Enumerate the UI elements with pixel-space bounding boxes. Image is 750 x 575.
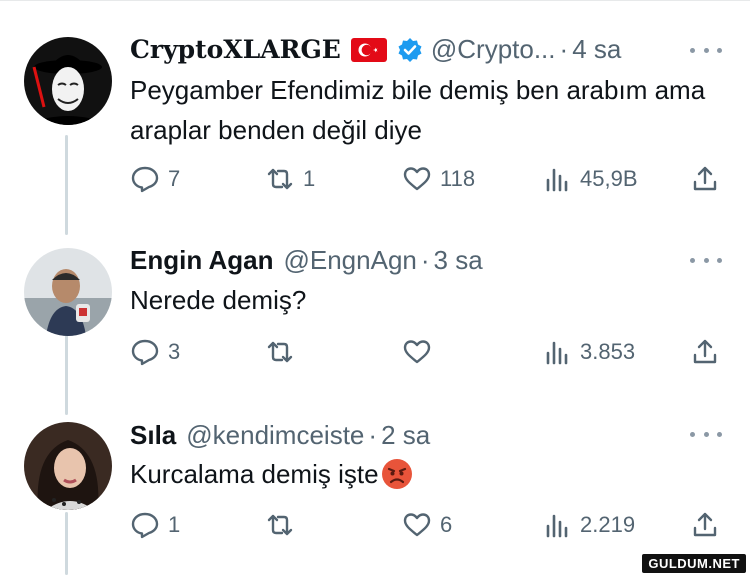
view-count: 3.853: [580, 339, 636, 364]
user-handle[interactable]: @kendimceiste: [186, 420, 364, 451]
display-name[interactable]: Sıla: [130, 420, 176, 451]
retweet-button[interactable]: [265, 336, 303, 368]
retweet-button[interactable]: [265, 509, 303, 541]
share-button[interactable]: [690, 509, 720, 541]
views-button[interactable]: 2.219: [542, 509, 635, 541]
timestamp[interactable]: 3 sa: [434, 245, 483, 276]
like-icon: [403, 513, 431, 537]
tweet-text: Kurcalama demiş işte: [130, 454, 730, 494]
tweet-header: Sıla @kendimceiste · 2 sa: [130, 420, 430, 451]
watermark: GULDUM.NET: [642, 554, 746, 573]
separator-dot: ·: [420, 245, 430, 275]
like-icon: [403, 340, 431, 364]
share-icon: [693, 512, 717, 537]
more-icon[interactable]: [690, 424, 722, 444]
action-bar: 1 6 2.219: [130, 509, 730, 541]
like-button[interactable]: [402, 336, 440, 368]
avatar[interactable]: [24, 422, 112, 510]
action-bar: 3 3.853: [130, 336, 730, 368]
thread-line: [65, 335, 68, 415]
reply-count: 3: [168, 339, 181, 364]
reply-button[interactable]: 1: [130, 509, 180, 541]
like-count: 6: [440, 512, 453, 537]
thread-line: [65, 512, 68, 575]
retweet-icon: [267, 514, 293, 536]
display-name[interactable]: Engin Agan: [130, 245, 273, 276]
view-count: 2.219: [580, 512, 636, 537]
share-icon: [693, 339, 717, 364]
reply-button[interactable]: 3: [130, 336, 180, 368]
reply-count: 1: [168, 512, 181, 537]
like-button[interactable]: 6: [402, 509, 452, 541]
avatar[interactable]: [24, 248, 112, 336]
retweet-icon: [267, 341, 293, 363]
views-icon: [546, 514, 568, 538]
tweet-text-content: Kurcalama demiş işte: [130, 459, 379, 489]
angry-face-emoji: [381, 459, 412, 489]
more-icon[interactable]: [690, 250, 722, 270]
views-icon: [546, 341, 568, 365]
reply-icon: [131, 512, 159, 539]
tweet-text: Nerede demiş?: [130, 285, 307, 315]
separator-dot: ·: [368, 420, 378, 450]
share-button[interactable]: [690, 336, 720, 368]
reply-icon: [131, 339, 159, 366]
tweet[interactable]: Sıla @kendimceiste · 2 sa Kurcalama demi…: [0, 0, 750, 539]
views-button[interactable]: 3.853: [542, 336, 635, 368]
timestamp[interactable]: 2 sa: [381, 420, 430, 451]
user-handle[interactable]: @EngnAgn: [283, 245, 416, 276]
tweet-header: Engin Agan @EngnAgn · 3 sa: [130, 245, 483, 276]
